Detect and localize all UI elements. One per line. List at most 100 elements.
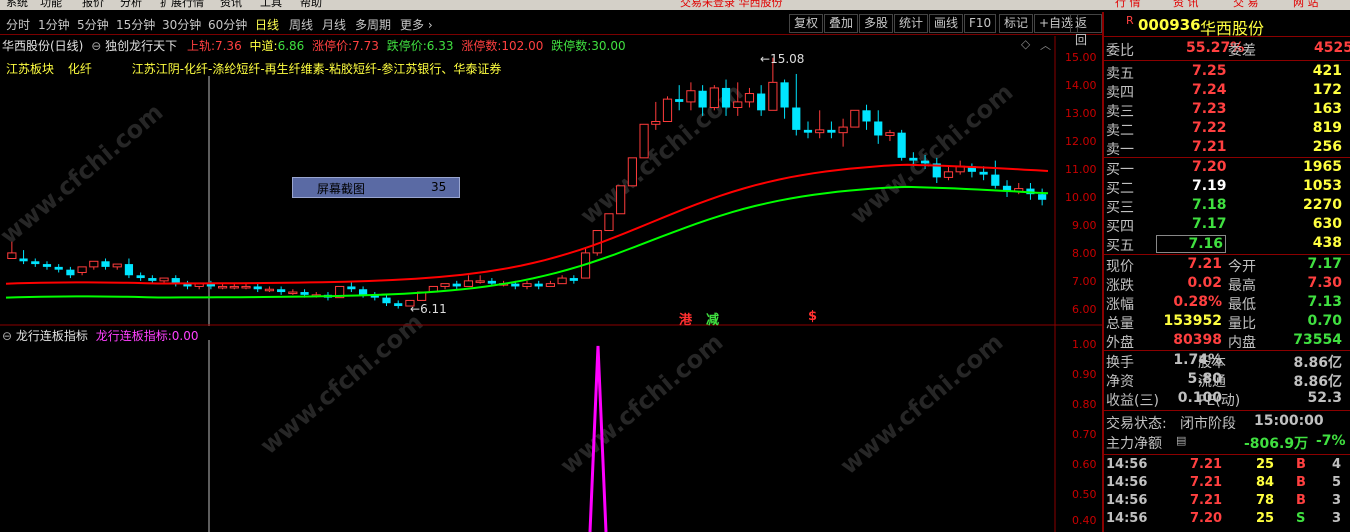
main-flow-value: -806.9万 xyxy=(1244,436,1309,452)
divider xyxy=(1104,350,1350,351)
trade-status-row: 交易状态: 闭市阶段 15:00:00 xyxy=(1104,413,1350,432)
bid-row[interactable]: 买一 7.20 1965 xyxy=(1104,159,1350,178)
period-intraday[interactable]: 分时 xyxy=(6,16,30,33)
sub-tick: 0.40 xyxy=(1072,514,1097,527)
bid-row[interactable]: 买四 7.17 630 xyxy=(1104,216,1350,235)
candle-body xyxy=(452,283,461,287)
ask-label: 卖四 xyxy=(1106,85,1134,101)
price-tick: 8.00 xyxy=(1072,247,1097,260)
divider xyxy=(1104,254,1350,255)
bid-volume: 1053 xyxy=(1303,178,1342,194)
candle-body xyxy=(604,213,614,232)
period-multi[interactable]: 多周期 xyxy=(355,16,391,33)
menu-news[interactable]: 资讯 xyxy=(220,0,242,8)
candle-body xyxy=(815,129,825,134)
period-30min[interactable]: 30分钟 xyxy=(162,16,201,33)
stat2-row: 收益(三) 0.100 PE(动) 52.3 xyxy=(1104,390,1350,409)
overlay-button[interactable]: 叠加 xyxy=(824,14,859,33)
candle-body xyxy=(850,109,860,128)
candle-body xyxy=(124,264,134,276)
menu-system[interactable]: 系统 xyxy=(6,0,28,8)
menu-help[interactable]: 帮助 xyxy=(300,0,322,8)
menu-quote[interactable]: 报价 xyxy=(82,0,104,8)
candle-body xyxy=(112,263,122,268)
candle-body xyxy=(241,285,251,289)
tab-website[interactable]: 网 站 xyxy=(1293,0,1319,8)
mark-button[interactable]: 标记 xyxy=(999,14,1034,33)
candle-body xyxy=(522,283,532,287)
ask-row[interactable]: 卖四 7.24 172 xyxy=(1104,82,1350,101)
ask-row[interactable]: 卖一 7.21 256 xyxy=(1104,139,1350,158)
period-1min[interactable]: 1分钟 xyxy=(38,16,70,33)
period-monthly[interactable]: 月线 xyxy=(322,16,346,33)
candle-body xyxy=(545,283,556,287)
menu-function[interactable]: 功能 xyxy=(40,0,62,8)
period-60min[interactable]: 60分钟 xyxy=(208,16,247,33)
menu-tools[interactable]: 工具 xyxy=(260,0,282,8)
tick-count: 5 xyxy=(1332,475,1342,490)
bid-row[interactable]: 买五 7.16 438 xyxy=(1104,235,1350,254)
stat-label: 最高 xyxy=(1228,278,1256,294)
screenshot-popup[interactable]: 屏幕截图 35 xyxy=(292,177,460,198)
detail-icon[interactable]: ▤ xyxy=(1176,434,1186,447)
candle-body xyxy=(217,285,228,289)
f10-button[interactable]: F10 xyxy=(964,14,997,33)
bid-price: 7.16 xyxy=(1156,235,1226,253)
candle-body xyxy=(874,121,883,136)
bid-row[interactable]: 买三 7.18 2270 xyxy=(1104,197,1350,216)
candle-body xyxy=(253,286,262,290)
ask-row[interactable]: 卖二 7.22 819 xyxy=(1104,120,1350,139)
bid-label: 买四 xyxy=(1106,219,1134,235)
bid-price: 7.17 xyxy=(1192,216,1227,232)
stat-label: 总量 xyxy=(1106,316,1134,332)
main-flow-pct: -7% xyxy=(1316,433,1346,449)
ask-row[interactable]: 卖三 7.23 163 xyxy=(1104,101,1350,120)
event-marker-dollar[interactable]: $ xyxy=(808,309,817,324)
stat-label: 涨幅 xyxy=(1106,297,1134,313)
menu-analysis[interactable]: 分析 xyxy=(120,0,142,8)
draw-line-button[interactable]: 画线 xyxy=(929,14,964,33)
menu-extended[interactable]: 扩展行情 xyxy=(160,0,204,8)
period-15min[interactable]: 15分钟 xyxy=(116,16,155,33)
candle-body xyxy=(627,157,637,187)
candle-body xyxy=(991,174,1000,186)
bid-row[interactable]: 买二 7.19 1053 xyxy=(1104,178,1350,197)
quote-header: R 000936 华西股份 xyxy=(1104,12,1350,38)
period-weekly[interactable]: 周线 xyxy=(289,16,313,33)
stat-label: 换手 xyxy=(1106,355,1134,371)
adjust-button[interactable]: 复权 xyxy=(789,14,824,33)
statistics-button[interactable]: 统计 xyxy=(894,14,929,33)
indicator-chart[interactable] xyxy=(0,326,1102,532)
candle-body xyxy=(780,82,789,108)
stat-label: 收益(三) xyxy=(1106,393,1159,409)
price-tick: 13.00 xyxy=(1065,107,1097,120)
period-daily[interactable]: 日线 xyxy=(255,16,279,33)
stat-row: 外盘 80398 内盘 73554 xyxy=(1104,332,1350,351)
r-badge-icon: R xyxy=(1126,14,1134,27)
period-more[interactable]: 更多 › xyxy=(400,16,433,33)
candle-body xyxy=(721,87,731,108)
ask-row[interactable]: 卖五 7.25 421 xyxy=(1104,63,1350,82)
period-5min[interactable]: 5分钟 xyxy=(77,16,109,33)
price-tick: 7.00 xyxy=(1072,275,1097,288)
candle-body xyxy=(148,278,157,281)
tab-info[interactable]: 资 讯 xyxy=(1173,0,1199,8)
multi-stock-button[interactable]: 多股 xyxy=(859,14,894,33)
candles-group xyxy=(7,57,1047,309)
bid-label: 买一 xyxy=(1106,162,1134,178)
price-axis: 15.00 14.00 13.00 12.00 11.00 10.00 9.00… xyxy=(1057,36,1103,326)
price-tick: 9.00 xyxy=(1072,219,1097,232)
tick-side: B xyxy=(1296,475,1306,490)
tab-trade[interactable]: 交 易 xyxy=(1233,0,1259,8)
back-button[interactable]: 返回 xyxy=(1070,14,1102,47)
bid-price: 7.18 xyxy=(1192,197,1227,213)
trade-time: 15:00:00 xyxy=(1254,413,1324,429)
stat-row: 现价 7.21 今开 7.17 xyxy=(1104,256,1350,275)
tab-market[interactable]: 行 情 xyxy=(1115,0,1141,8)
candle-body xyxy=(885,132,895,136)
bid-label: 买五 xyxy=(1106,238,1134,254)
stat-label: 涨跌 xyxy=(1106,278,1134,294)
tick-time: 14:56 xyxy=(1106,457,1148,472)
candlestick-chart[interactable] xyxy=(0,36,1102,326)
main-flow-row[interactable]: 主力净额 ▤ -806.9万 -7% xyxy=(1104,433,1350,452)
